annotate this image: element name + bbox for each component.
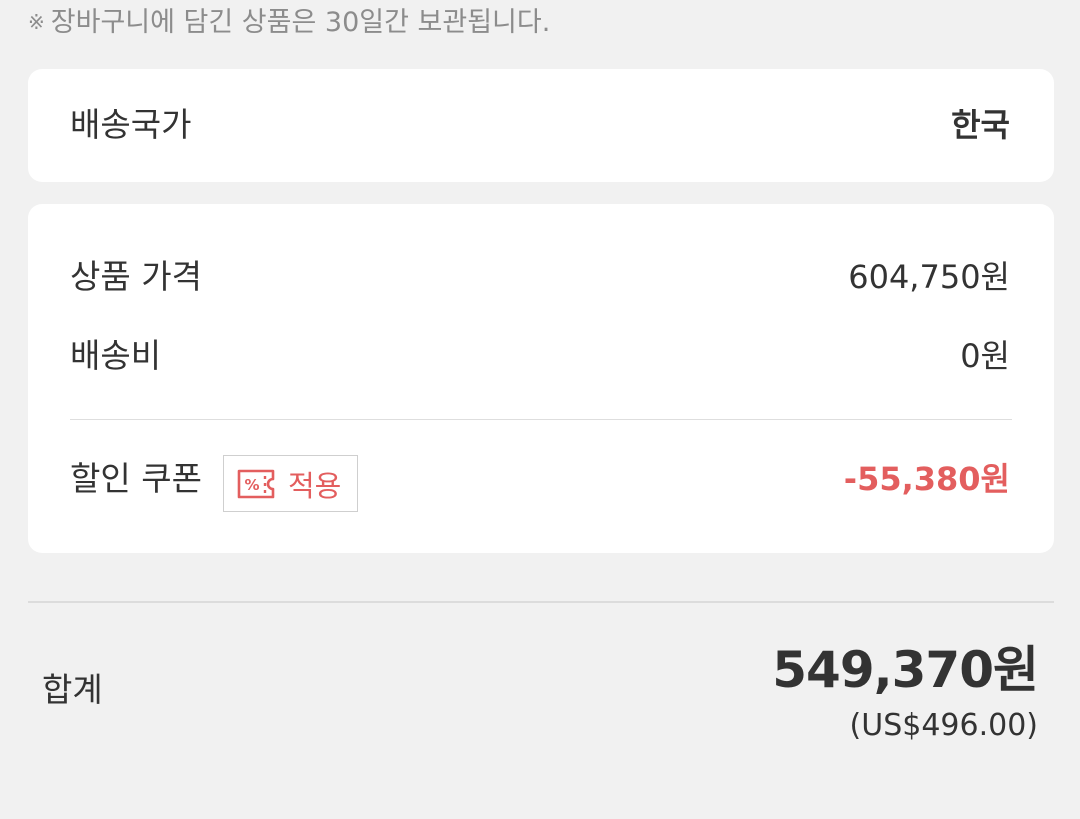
total-usd-value: (US$496.00): [849, 708, 1038, 743]
cart-notice: ※ 장바구니에 담긴 상품은 30일간 보관됩니다.: [28, 2, 550, 43]
discount-coupon-label: 할인 쿠폰: [70, 459, 202, 498]
apply-coupon-label: 적용: [288, 468, 342, 503]
product-price-value: 604,750원: [848, 258, 1010, 296]
total-value: 549,370원: [772, 641, 1039, 699]
coupon-percent-icon: %: [236, 468, 276, 500]
apply-coupon-button[interactable]: % 적용: [223, 455, 358, 512]
shipping-country-label: 배송국가: [70, 105, 192, 144]
price-divider: [70, 419, 1012, 420]
shipping-country-value[interactable]: 한국: [951, 105, 1010, 145]
notice-text: 장바구니에 담긴 상품은 30일간 보관됩니다.: [50, 7, 551, 38]
svg-text:%: %: [244, 476, 259, 494]
discount-coupon-value: -55,380원: [844, 459, 1010, 499]
total-divider: [28, 601, 1054, 603]
shipping-fee-label: 배송비: [70, 336, 162, 375]
discount-unit: 원: [980, 460, 1010, 498]
price-summary-card: 상품 가격 604,750원 배송비 0원 할인 쿠폰 % 적용 -55,380…: [28, 204, 1054, 553]
notice-mark: ※: [28, 10, 45, 34]
discount-amount: -55,380: [843, 460, 981, 498]
total-label: 합계: [42, 670, 103, 709]
shipping-country-card[interactable]: 배송국가 한국: [28, 69, 1054, 182]
shipping-fee-value: 0원: [960, 337, 1010, 375]
product-price-label: 상품 가격: [70, 257, 202, 296]
